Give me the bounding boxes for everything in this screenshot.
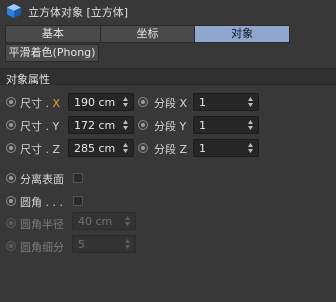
seg-x-field[interactable]: 1 [193,93,259,111]
tab-coord[interactable]: 坐标 [99,25,196,43]
window-title: 立方体对象 [立方体] [28,6,129,19]
fillet-label: 圆角 . . . [20,196,63,209]
tab-basic[interactable]: 基本 [5,25,101,43]
size-z-value: 285 cm [74,142,116,155]
seg-y-field[interactable]: 1 [193,116,259,134]
tab-phong[interactable]: 平滑着色(Phong) [5,44,99,62]
fillet-subdiv-anim-radio [6,241,16,251]
fillet-subdiv-value: 5 [78,238,85,251]
seg-z-field[interactable]: 1 [193,139,259,157]
seg-x-value: 1 [199,96,206,109]
spinner-icon[interactable] [247,96,254,108]
fillet-radius-field: 40 cm [72,212,136,230]
fillet-radius-label: 圆角半径 [20,218,64,231]
spinner-icon[interactable] [247,142,254,154]
spinner-icon[interactable] [122,96,129,108]
seg-z-value: 1 [199,142,206,155]
title-bar: 立方体对象 [立方体] [0,0,336,22]
size-z-anim-radio[interactable] [6,143,16,153]
size-x-axis: X [52,97,61,110]
size-y-value: 172 cm [74,119,116,132]
cube-icon [7,4,21,18]
seg-x-anim-radio[interactable] [138,97,148,107]
seg-y-value: 1 [199,119,206,132]
fillet-anim-radio[interactable] [6,196,16,206]
seg-y-label: 分段 Y [154,120,187,133]
seg-z-anim-radio[interactable] [138,143,148,153]
fillet-radius-value: 40 cm [78,215,113,228]
size-y-field[interactable]: 172 cm [68,116,134,134]
spinner-icon[interactable] [122,142,129,154]
tab-object[interactable]: 对象 [194,25,291,43]
size-y-label: 尺寸 . Y [20,120,60,133]
separate-surfaces-anim-radio[interactable] [6,173,16,183]
seg-y-anim-radio[interactable] [138,120,148,130]
seg-x-label: 分段 X [154,97,188,110]
tab-bar: 基本 坐标 对象 [5,25,291,43]
spinner-icon[interactable] [122,119,129,131]
size-x-value: 190 cm [74,96,116,109]
separate-surfaces-checkbox[interactable] [73,173,83,183]
spinner-icon [125,216,130,226]
size-x-anim-radio[interactable] [6,97,16,107]
size-z-field[interactable]: 285 cm [68,139,134,157]
fillet-subdiv-label: 圆角细分 [20,241,64,254]
spinner-icon [125,239,130,249]
section-title: 对象属性 [6,73,50,86]
fillet-checkbox[interactable] [73,196,83,206]
size-z-label: 尺寸 . Z [20,143,61,156]
size-y-anim-radio[interactable] [6,120,16,130]
spinner-icon[interactable] [247,119,254,131]
fillet-subdiv-field: 5 [72,235,136,253]
seg-z-label: 分段 Z [154,143,188,156]
section-header[interactable]: 对象属性 [0,68,336,86]
separate-surfaces-label: 分离表面 [20,173,64,186]
size-x-field[interactable]: 190 cm [68,93,134,111]
fillet-radius-anim-radio [6,218,16,228]
size-x-label: 尺寸 . X [20,97,61,110]
